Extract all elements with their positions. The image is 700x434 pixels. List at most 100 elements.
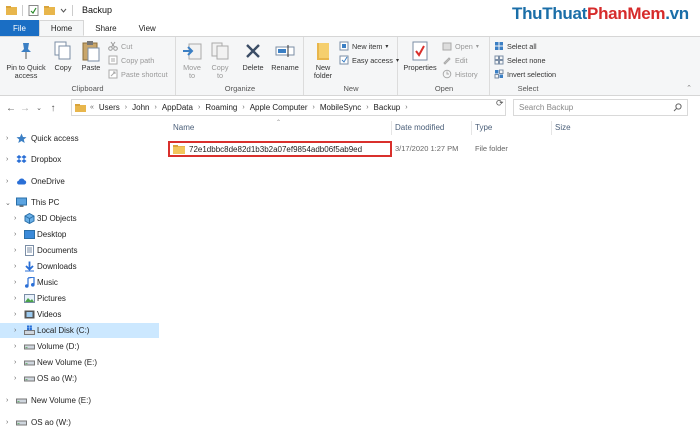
breadcrumb-users[interactable]: Users — [99, 103, 120, 112]
nav-item-local-disk-c[interactable]: › Local Disk (C:) — [0, 323, 159, 338]
refresh-icon[interactable]: ⟳ — [496, 98, 504, 109]
rename-button[interactable]: Rename — [269, 40, 301, 72]
new-folder-quick-icon[interactable] — [44, 5, 55, 16]
delete-button[interactable]: Delete — [239, 40, 267, 72]
easy-access-button[interactable]: Easy access ▾ — [339, 55, 399, 65]
column-header-size[interactable]: Size — [555, 123, 571, 132]
tab-home[interactable]: Home — [38, 20, 85, 36]
back-arrow-icon[interactable]: ← — [4, 103, 18, 114]
copy-path-button[interactable]: Copy path — [108, 55, 154, 65]
cloud-icon — [16, 176, 27, 187]
nav-item-new-volume-e-root[interactable]: › New Volume (E:) — [0, 393, 159, 408]
chevron-right-icon[interactable]: › — [14, 279, 16, 286]
chevron-right-icon[interactable]: › — [242, 104, 244, 111]
nav-item-os-ao-w-root[interactable]: › OS ao (W:) — [0, 415, 159, 430]
chevron-down-icon[interactable]: ⌄ — [5, 199, 11, 207]
chevron-right-icon[interactable]: › — [6, 178, 8, 185]
open-icon — [442, 41, 452, 51]
column-divider[interactable] — [391, 121, 392, 135]
chevron-right-icon[interactable]: › — [14, 359, 16, 366]
nav-item-dropbox[interactable]: › Dropbox — [0, 152, 159, 167]
address-overflow[interactable]: « — [90, 104, 94, 111]
copy-to-icon — [209, 40, 231, 62]
paste-shortcut-icon — [108, 69, 118, 79]
tab-view[interactable]: View — [128, 20, 167, 36]
column-header-name[interactable]: Name — [173, 123, 194, 132]
nav-item-desktop[interactable]: › Desktop — [0, 227, 159, 242]
chevron-right-icon[interactable]: › — [125, 104, 127, 111]
properties-check-icon[interactable] — [28, 4, 39, 16]
open-button[interactable]: Open ▾ — [442, 41, 479, 51]
copy-to-button[interactable]: Copy to — [207, 40, 233, 80]
highlighted-folder-name[interactable]: 72e1dbbc8de82d1b3b2a07ef9854adb06f5ab9ed — [168, 141, 392, 157]
move-to-button[interactable]: Move to — [179, 40, 205, 80]
drive-icon — [16, 417, 27, 428]
collapse-ribbon-icon[interactable]: ⌃ — [686, 84, 692, 92]
edit-button[interactable]: Edit — [442, 55, 468, 65]
chevron-right-icon[interactable]: › — [14, 375, 16, 382]
breadcrumb-appdata[interactable]: AppData — [162, 103, 193, 112]
quick-access-dropdown-icon[interactable] — [60, 5, 67, 16]
invert-selection-button[interactable]: Invert selection — [494, 69, 556, 79]
chevron-right-icon[interactable]: › — [14, 263, 16, 270]
copy-button[interactable]: Copy — [50, 40, 76, 72]
nav-item-music[interactable]: › Music — [0, 275, 159, 290]
chevron-right-icon[interactable]: › — [313, 104, 315, 111]
chevron-right-icon[interactable]: › — [405, 104, 407, 111]
address-box[interactable]: « Users › John › AppData › Roaming › Apple C… — [71, 99, 506, 116]
paste-shortcut-button[interactable]: Paste shortcut — [108, 69, 168, 79]
recent-locations-chevron-icon[interactable]: ⌄ — [32, 104, 46, 112]
chevron-right-icon[interactable]: › — [14, 327, 16, 334]
paste-button[interactable]: Paste — [78, 40, 104, 72]
cut-button[interactable]: Cut — [108, 41, 132, 51]
chevron-right-icon[interactable]: › — [366, 104, 368, 111]
search-input[interactable]: Search Backup — [513, 99, 688, 116]
breadcrumb-apple-computer[interactable]: Apple Computer — [250, 103, 308, 112]
column-divider[interactable] — [471, 121, 472, 135]
column-header-date-modified[interactable]: Date modified — [395, 123, 444, 132]
chevron-right-icon[interactable]: › — [6, 156, 8, 163]
tab-file[interactable]: File — [0, 20, 39, 36]
properties-button[interactable]: Properties — [402, 40, 438, 72]
forward-arrow-icon[interactable]: → — [18, 103, 32, 114]
nav-item-os-ao-w[interactable]: › OS ao (W:) — [0, 371, 159, 386]
history-button[interactable]: History — [442, 69, 478, 79]
breadcrumb-roaming[interactable]: Roaming — [205, 103, 237, 112]
select-none-button[interactable]: Select none — [494, 55, 546, 65]
chevron-right-icon[interactable]: › — [14, 231, 16, 238]
chevron-right-icon[interactable]: › — [155, 104, 157, 111]
new-folder-button[interactable]: New folder — [308, 40, 338, 80]
chevron-right-icon[interactable]: › — [6, 135, 8, 142]
chevron-right-icon[interactable]: › — [14, 343, 16, 350]
column-header-type[interactable]: Type — [475, 123, 492, 132]
nav-item-pictures[interactable]: › Pictures — [0, 291, 159, 306]
chevron-right-icon[interactable]: › — [14, 247, 16, 254]
select-all-button[interactable]: Select all — [494, 41, 537, 51]
breadcrumb-backup[interactable]: Backup — [374, 103, 401, 112]
table-row[interactable]: 72e1dbbc8de82d1b3b2a07ef9854adb06f5ab9ed… — [168, 141, 598, 157]
chevron-right-icon[interactable]: › — [14, 311, 16, 318]
nav-item-this-pc[interactable]: ⌄ This PC — [0, 195, 159, 210]
pin-to-quick-access-button[interactable]: Pin to Quick access — [4, 40, 48, 80]
nav-item-3d-objects[interactable]: › 3D Objects — [0, 211, 159, 226]
up-arrow-icon[interactable]: ↑ — [46, 103, 60, 114]
nav-item-new-volume-e[interactable]: › New Volume (E:) — [0, 355, 159, 370]
tab-share[interactable]: Share — [84, 20, 127, 36]
nav-item-videos[interactable]: › Videos — [0, 307, 159, 322]
breadcrumb-john[interactable]: John — [132, 103, 149, 112]
nav-item-volume-d[interactable]: › Volume (D:) — [0, 339, 159, 354]
nav-item-onedrive[interactable]: › OneDrive — [0, 174, 159, 189]
chevron-right-icon[interactable]: › — [14, 215, 16, 222]
new-item-button[interactable]: New item ▾ — [339, 41, 388, 51]
chevron-right-icon[interactable]: › — [6, 397, 8, 404]
chevron-right-icon[interactable]: › — [6, 419, 8, 426]
scissors-icon — [108, 41, 118, 51]
easy-access-icon — [339, 55, 349, 65]
nav-item-documents[interactable]: › Documents — [0, 243, 159, 258]
breadcrumb-mobilesync[interactable]: MobileSync — [320, 103, 361, 112]
chevron-right-icon[interactable]: › — [14, 295, 16, 302]
nav-item-quick-access[interactable]: › Quick access — [0, 131, 159, 146]
chevron-right-icon[interactable]: › — [198, 104, 200, 111]
column-divider[interactable] — [551, 121, 552, 135]
nav-item-downloads[interactable]: › Downloads — [0, 259, 159, 274]
